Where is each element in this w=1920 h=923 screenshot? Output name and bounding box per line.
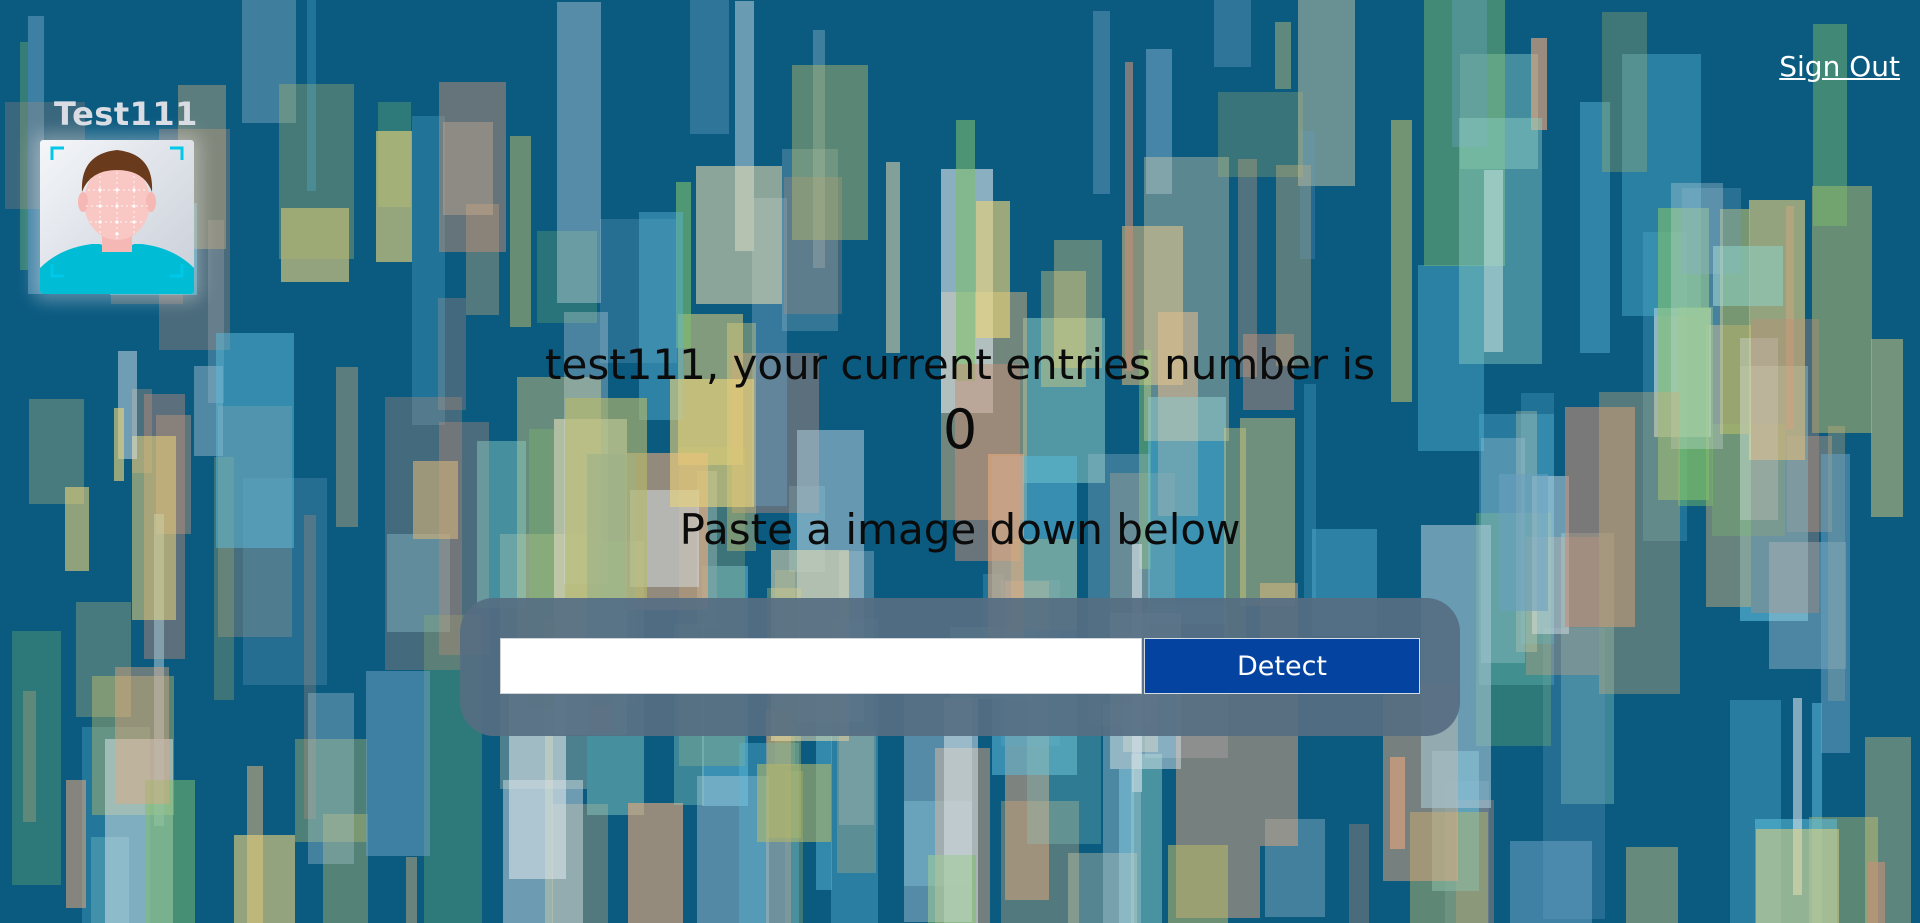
- background-rectangle: [696, 166, 782, 304]
- background-rectangle: [115, 667, 169, 804]
- background-rectangle: [439, 82, 506, 252]
- background-rectangle: [1218, 92, 1303, 177]
- background-rectangle: [1275, 22, 1291, 89]
- background-rectangle: [976, 201, 1010, 338]
- background-rectangle: [1349, 824, 1369, 923]
- background-rectangle: [1093, 11, 1110, 194]
- username-label: Test111: [54, 95, 198, 133]
- background-rectangle: [1510, 841, 1592, 923]
- face-detection-avatar-icon: [40, 140, 194, 294]
- background-rectangle: [837, 731, 876, 873]
- background-rectangle: [557, 2, 601, 303]
- background-rectangle: [307, 0, 316, 191]
- background-rectangle: [234, 835, 295, 923]
- detect-button[interactable]: Detect: [1144, 638, 1420, 694]
- background-rectangle: [628, 803, 683, 923]
- background-rectangle: [690, 0, 729, 134]
- background-rectangle: [757, 764, 831, 842]
- background-rectangle: [1626, 847, 1678, 923]
- background-rectangle: [12, 631, 61, 885]
- background-rectangle: [792, 65, 868, 240]
- background-rectangle: [1602, 12, 1647, 172]
- background-rectangle: [406, 857, 417, 923]
- background-rectangle: [1821, 454, 1850, 753]
- background-rectangle: [1868, 862, 1885, 923]
- background-rectangle: [23, 691, 36, 822]
- background-rectangle: [510, 136, 531, 327]
- background-rectangle: [1214, 0, 1251, 67]
- sign-out-link[interactable]: Sign Out: [1779, 50, 1900, 83]
- background-rectangle: [1531, 38, 1547, 130]
- animated-background: [0, 0, 1920, 923]
- paste-prompt: Paste a image down below: [679, 505, 1241, 554]
- background-rectangle: [1713, 246, 1783, 306]
- background-rectangle: [376, 131, 412, 262]
- background-rectangle: [1168, 845, 1228, 923]
- background-rectangle: [886, 162, 900, 353]
- entries-count: 0: [942, 398, 978, 461]
- avatar-illustration: [40, 146, 194, 294]
- background-rectangle: [366, 671, 430, 856]
- background-rectangle: [1459, 118, 1542, 364]
- background-rectangle: [1125, 62, 1133, 371]
- background-rectangle: [308, 693, 354, 864]
- image-url-input[interactable]: [500, 638, 1142, 694]
- image-link-form: Detect: [460, 598, 1460, 736]
- entries-message: test111, your current entries number is: [545, 340, 1375, 389]
- background-rectangle: [66, 780, 86, 908]
- background-rectangle: [1756, 829, 1839, 923]
- background-rectangle: [279, 84, 354, 259]
